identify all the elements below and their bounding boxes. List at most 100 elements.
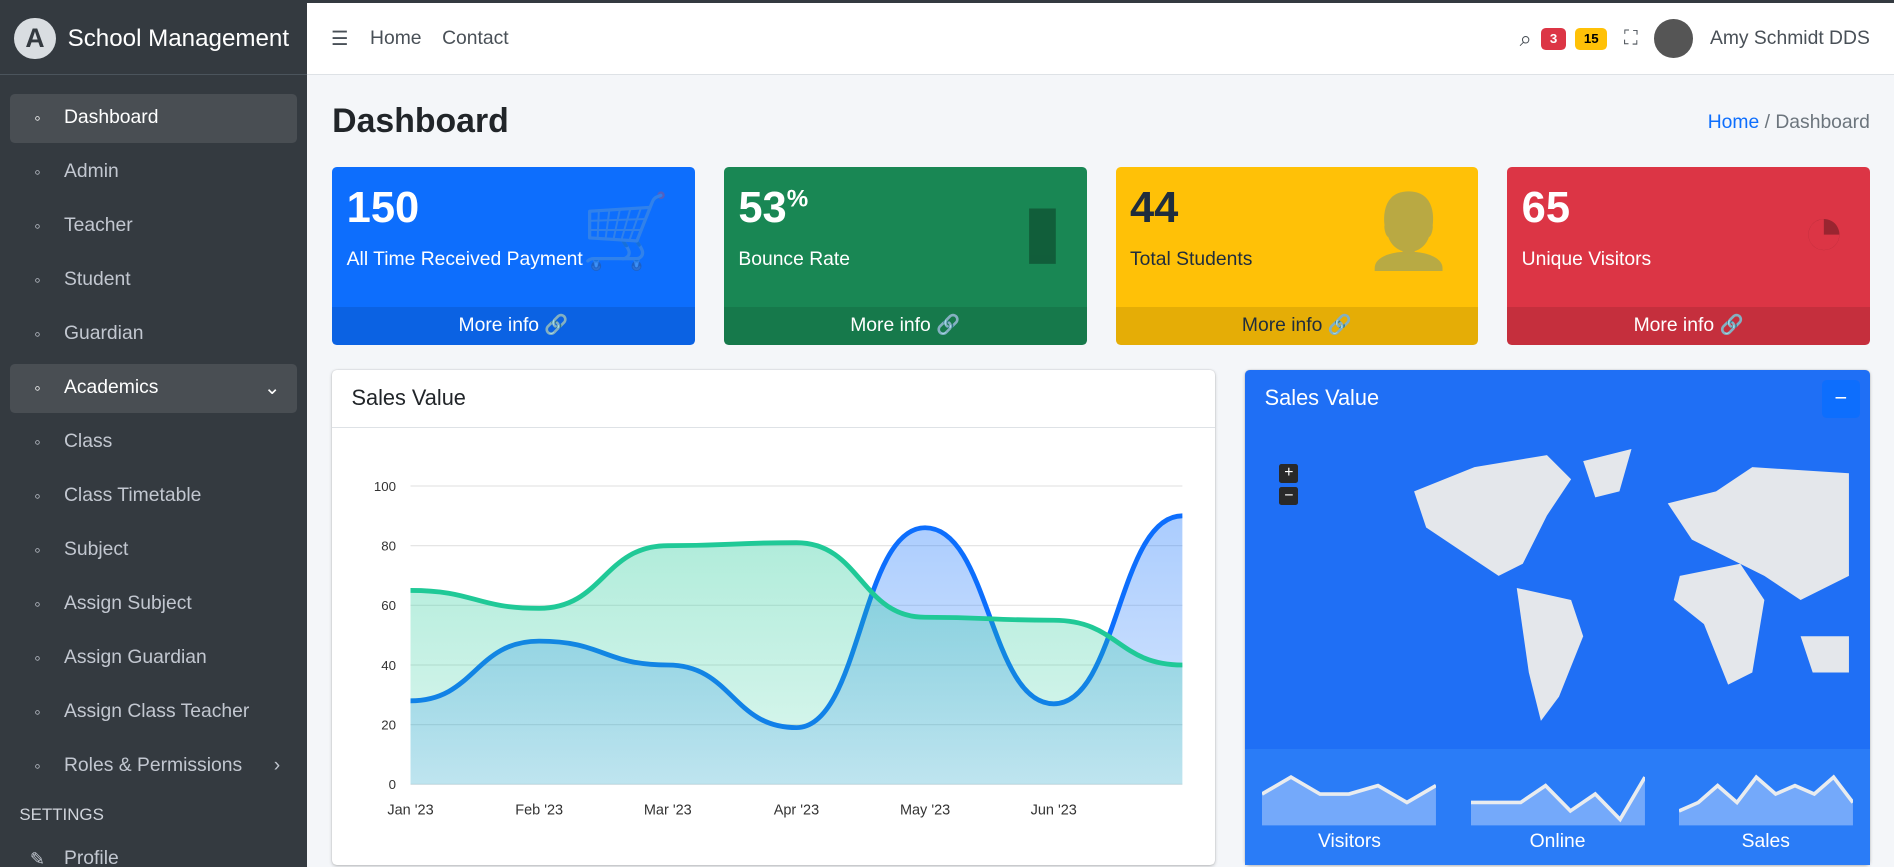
stat-box: 150 All Time Received Payment 🛒 More info 🔗	[332, 167, 695, 345]
sidebar-item[interactable]: ◦ Teacher	[10, 202, 297, 252]
sidebar-item-label: Assign Subject	[63, 593, 192, 615]
sidebar-item[interactable]: ◦ Dashboard	[9, 93, 298, 144]
nav-contact[interactable]: Contact	[442, 28, 509, 50]
y-tick-label: 40	[381, 658, 396, 673]
x-tick-label: Apr '23	[774, 803, 819, 819]
stat-label: Total Students	[1130, 249, 1253, 271]
sidebar-item-label: Admin	[63, 161, 119, 183]
sidebar-item-label: Student	[63, 269, 131, 291]
sparkline-label: Visitors	[1317, 831, 1381, 853]
sparkline-online: Online	[1454, 749, 1662, 865]
sidebar-item-label: Teacher	[63, 215, 133, 237]
y-tick-label: 100	[374, 479, 396, 494]
chevron-icon: ›	[273, 755, 281, 777]
stat-box: 44 Total Students 👤 More info 🔗	[1115, 167, 1479, 345]
sidebar-item-label: Class	[63, 431, 113, 453]
users-icon: ◦	[34, 323, 41, 344]
sparkline-visitors: Visitors	[1245, 749, 1453, 865]
user-plus-icon: 👤	[1363, 190, 1455, 272]
x-tick-label: May '23	[900, 803, 950, 819]
notification-badge[interactable]: 3	[1541, 27, 1566, 50]
avatar[interactable]	[1654, 19, 1694, 59]
breadcrumb-home[interactable]: Home	[1708, 112, 1760, 133]
stat-label: All Time Received Payment	[346, 249, 583, 271]
map-card: Sales Value − + − Visitors Online Sales	[1245, 370, 1870, 866]
stat-value: 150	[346, 184, 420, 233]
topbar: ☰ Home Contact ⌕ 3 15 ⛶ Amy Schmidt DDS	[306, 3, 1894, 76]
sidebar-item-label: Assign Guardian	[63, 647, 207, 669]
x-tick-label: Feb '23	[515, 803, 563, 819]
card-title: Sales Value	[332, 370, 1216, 429]
y-tick-label: 80	[381, 539, 396, 554]
stat-label: Unique Visitors	[1521, 249, 1652, 271]
sidebar-item[interactable]: ◦ Assign Subject	[10, 579, 297, 629]
minimize-button[interactable]: −	[1821, 379, 1861, 419]
menu-toggle-icon[interactable]: ☰	[331, 27, 348, 51]
more-info-link[interactable]: More info 🔗	[1507, 307, 1870, 345]
zoom-in-button[interactable]: +	[1279, 464, 1299, 483]
sparkline-sales: Sales	[1662, 749, 1870, 865]
sidebar-item[interactable]: ◦ Student	[10, 256, 297, 306]
stat-value: 65	[1521, 184, 1571, 233]
app-title: School Management	[67, 24, 290, 52]
more-info-link[interactable]: More info 🔗	[332, 307, 695, 345]
sidebar-item-label: Profile	[63, 848, 119, 867]
more-info-link[interactable]: More info 🔗	[723, 307, 1087, 345]
sidebar-item[interactable]: ◦ Academics ⌄	[9, 363, 298, 414]
sidebar-item-label: Subject	[63, 539, 129, 561]
sales-chart-card: Sales Value 0 20 40 60 80 100 Jan '23 Feb '23 Ma…	[332, 370, 1216, 866]
sparkline-label: Online	[1529, 831, 1586, 853]
graduation-cap-icon: ◦	[34, 269, 41, 290]
user-name[interactable]: Amy Schmidt DDS	[1710, 28, 1870, 50]
zoom-out-button[interactable]: −	[1279, 487, 1299, 506]
stat-box: 65 Unique Visitors ◔ More info 🔗	[1507, 167, 1870, 345]
stat-label: Bounce Rate	[738, 249, 850, 271]
x-tick-label: Jan '23	[388, 803, 434, 819]
stat-box: 53% Bounce Rate ▮ More info 🔗	[723, 167, 1087, 345]
breadcrumb-current: Dashboard	[1775, 111, 1870, 133]
search-icon[interactable]: ⌕	[1520, 26, 1532, 52]
chevron-icon: ⌄	[264, 378, 281, 400]
stat-value: 44	[1130, 184, 1179, 233]
sidebar-item[interactable]: ◦ Guardian	[10, 310, 297, 360]
fullscreen-icon[interactable]: ⛶	[1624, 28, 1638, 50]
book-open-icon: ◦	[34, 701, 41, 722]
message-badge[interactable]: 15	[1575, 27, 1608, 50]
book-icon: ◦	[34, 431, 41, 452]
page-title: Dashboard	[332, 102, 509, 141]
sidebar-item-label: Guardian	[63, 323, 144, 345]
x-tick-label: Jun '23	[1031, 803, 1077, 819]
sales-chart: 0 20 40 60 80 100 Jan '23 Feb '23 Mar '23 Apr '23…	[374, 479, 1183, 819]
y-tick-label: 20	[381, 718, 396, 733]
breadcrumb: Home / Dashboard	[1707, 111, 1870, 133]
sidebar-item-profile[interactable]: ✎ Profile	[10, 835, 297, 867]
pie-chart-icon: ◔	[1801, 189, 1846, 271]
nav-home[interactable]: Home	[370, 28, 422, 50]
x-tick-label: Mar '23	[644, 803, 692, 819]
book-open-icon: ◦	[34, 539, 41, 560]
journal-icon: ◦	[34, 377, 41, 398]
sidebar-item[interactable]: ◦ Class	[10, 417, 297, 467]
sidebar-item-label: Dashboard	[63, 107, 159, 129]
edit-icon: ✎	[29, 848, 46, 867]
world-map[interactable]	[1402, 443, 1861, 733]
sidebar-item-label: Roles & Permissions	[63, 755, 243, 777]
cart-icon: 🛒	[580, 190, 671, 272]
sidebar-item[interactable]: ◦ Roles & Permissions ›	[10, 741, 297, 791]
user-check-icon: ◦	[34, 647, 41, 668]
brand[interactable]: A School Management	[0, 3, 307, 76]
book-open-icon: ◦	[34, 485, 41, 506]
card-title: Sales Value	[1264, 384, 1380, 410]
brand-logo: A	[14, 18, 56, 60]
sidebar-item[interactable]: ◦ Admin	[10, 148, 297, 198]
more-info-link[interactable]: More info 🔗	[1115, 307, 1479, 345]
gear-icon: ◦	[34, 755, 41, 776]
sidebar-item[interactable]: ◦ Subject	[10, 525, 297, 575]
sidebar-section-header: SETTINGS	[19, 805, 104, 825]
sidebar: A School Management ◦ Dashboard ◦ Admin ◦ Teac…	[0, 3, 307, 867]
sidebar-item[interactable]: ◦ Assign Guardian	[10, 633, 297, 683]
stat-value: 53%	[738, 184, 809, 233]
sidebar-item-label: Class Timetable	[63, 485, 202, 507]
sidebar-item[interactable]: ◦ Assign Class Teacher	[10, 687, 297, 737]
sidebar-item[interactable]: ◦ Class Timetable	[10, 471, 297, 521]
